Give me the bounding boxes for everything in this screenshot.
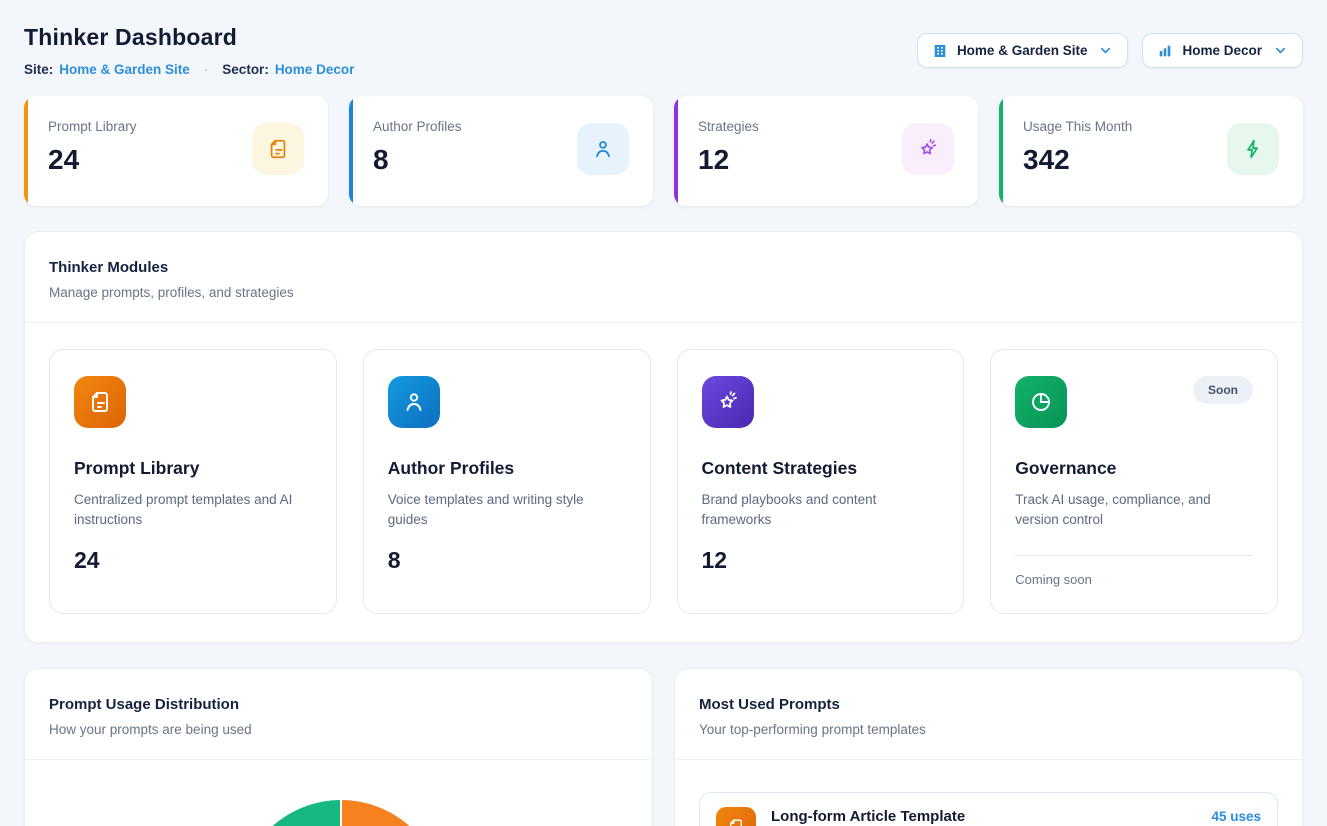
coming-soon-text: Coming soon xyxy=(1015,572,1253,587)
stat-card-author-profiles: Author Profiles 8 xyxy=(349,96,653,206)
building-icon xyxy=(932,43,948,59)
meta-separator: · xyxy=(204,62,209,77)
sector-selector-label: Home Decor xyxy=(1182,43,1262,58)
stat-value: 12 xyxy=(698,144,759,176)
most-used-prompts-panel: Most Used Prompts Your top-performing pr… xyxy=(674,668,1303,826)
prompt-uses-count: 45 uses xyxy=(1211,807,1261,824)
sector-label: Sector: xyxy=(222,62,269,77)
module-title: Content Strategies xyxy=(702,458,940,479)
divider xyxy=(1015,555,1253,556)
thinker-modules-panel: Thinker Modules Manage prompts, profiles… xyxy=(24,231,1303,643)
prompts-panel-subtitle: Your top-performing prompt templates xyxy=(699,722,1278,737)
prompts-panel-title: Most Used Prompts xyxy=(699,696,1278,713)
stat-label: Usage This Month xyxy=(1023,119,1132,134)
module-count: 24 xyxy=(74,547,312,574)
module-title: Author Profiles xyxy=(388,458,626,479)
module-title: Prompt Library xyxy=(74,458,312,479)
module-description: Track AI usage, compliance, and version … xyxy=(1015,490,1253,531)
donut-chart[interactable]: 15% xyxy=(238,800,444,826)
donut-chart-area: 15% xyxy=(25,760,652,826)
donut-segment-separator xyxy=(340,800,342,826)
site-link[interactable]: Home & Garden Site xyxy=(59,62,190,77)
document-icon xyxy=(716,807,756,826)
module-card-prompt-library[interactable]: Prompt Library Centralized prompt templa… xyxy=(49,349,337,614)
module-count: 8 xyxy=(388,547,626,574)
chevron-down-icon xyxy=(1273,43,1288,58)
prompt-title: Long-form Article Template xyxy=(771,807,968,825)
module-description: Voice templates and writing style guides xyxy=(388,490,626,531)
bolt-icon xyxy=(1227,123,1279,175)
user-icon xyxy=(388,376,440,428)
modules-panel-title: Thinker Modules xyxy=(49,259,1278,276)
module-card-author-profiles[interactable]: Author Profiles Voice templates and writ… xyxy=(363,349,651,614)
stat-value: 8 xyxy=(373,144,462,176)
sector-selector-dropdown[interactable]: Home Decor xyxy=(1142,33,1303,68)
site-selector-label: Home & Garden Site xyxy=(957,43,1088,58)
pie-chart-icon xyxy=(1015,376,1067,428)
usage-panel-subtitle: How your prompts are being used xyxy=(49,722,628,737)
stat-label: Author Profiles xyxy=(373,119,462,134)
sector-link[interactable]: Home Decor xyxy=(275,62,355,77)
user-icon xyxy=(577,123,629,175)
prompt-list-item[interactable]: Long-form Article Template Content Gener… xyxy=(699,792,1278,826)
modules-panel-subtitle: Manage prompts, profiles, and strategies xyxy=(49,285,1278,300)
module-card-governance[interactable]: Soon Governance Track AI usage, complian… xyxy=(990,349,1278,614)
stat-label: Prompt Library xyxy=(48,119,137,134)
stat-card-usage: Usage This Month 342 xyxy=(999,96,1303,206)
stat-label: Strategies xyxy=(698,119,759,134)
module-title: Governance xyxy=(1015,458,1253,479)
usage-panel-title: Prompt Usage Distribution xyxy=(49,696,628,713)
document-icon xyxy=(74,376,126,428)
chevron-down-icon xyxy=(1098,43,1113,58)
site-label: Site: xyxy=(24,62,53,77)
document-icon xyxy=(252,123,304,175)
prompt-list: Long-form Article Template Content Gener… xyxy=(675,760,1302,826)
site-selector-dropdown[interactable]: Home & Garden Site xyxy=(917,33,1129,68)
header-controls: Home & Garden Site Home Decor xyxy=(917,33,1303,68)
module-description: Centralized prompt templates and AI inst… xyxy=(74,490,312,531)
module-description: Brand playbooks and content frameworks xyxy=(702,490,940,531)
module-card-content-strategies[interactable]: Content Strategies Brand playbooks and c… xyxy=(677,349,965,614)
dashboard-page: Thinker Dashboard Site: Home & Garden Si… xyxy=(0,0,1327,826)
stat-card-strategies: Strategies 12 xyxy=(674,96,978,206)
sparkle-star-icon xyxy=(702,376,754,428)
header: Thinker Dashboard Site: Home & Garden Si… xyxy=(24,24,1303,77)
soon-badge: Soon xyxy=(1193,376,1253,404)
sparkle-star-icon xyxy=(902,123,954,175)
stat-value: 342 xyxy=(1023,144,1132,176)
stat-card-prompt-library: Prompt Library 24 xyxy=(24,96,328,206)
bottom-row: Prompt Usage Distribution How your promp… xyxy=(24,668,1303,826)
modules-grid: Prompt Library Centralized prompt templa… xyxy=(25,323,1302,642)
prompt-usage-panel: Prompt Usage Distribution How your promp… xyxy=(24,668,653,826)
stats-row: Prompt Library 24 Author Profiles 8 Stra… xyxy=(24,96,1303,206)
bar-chart-icon xyxy=(1157,43,1173,59)
module-count: 12 xyxy=(702,547,940,574)
stat-value: 24 xyxy=(48,144,137,176)
